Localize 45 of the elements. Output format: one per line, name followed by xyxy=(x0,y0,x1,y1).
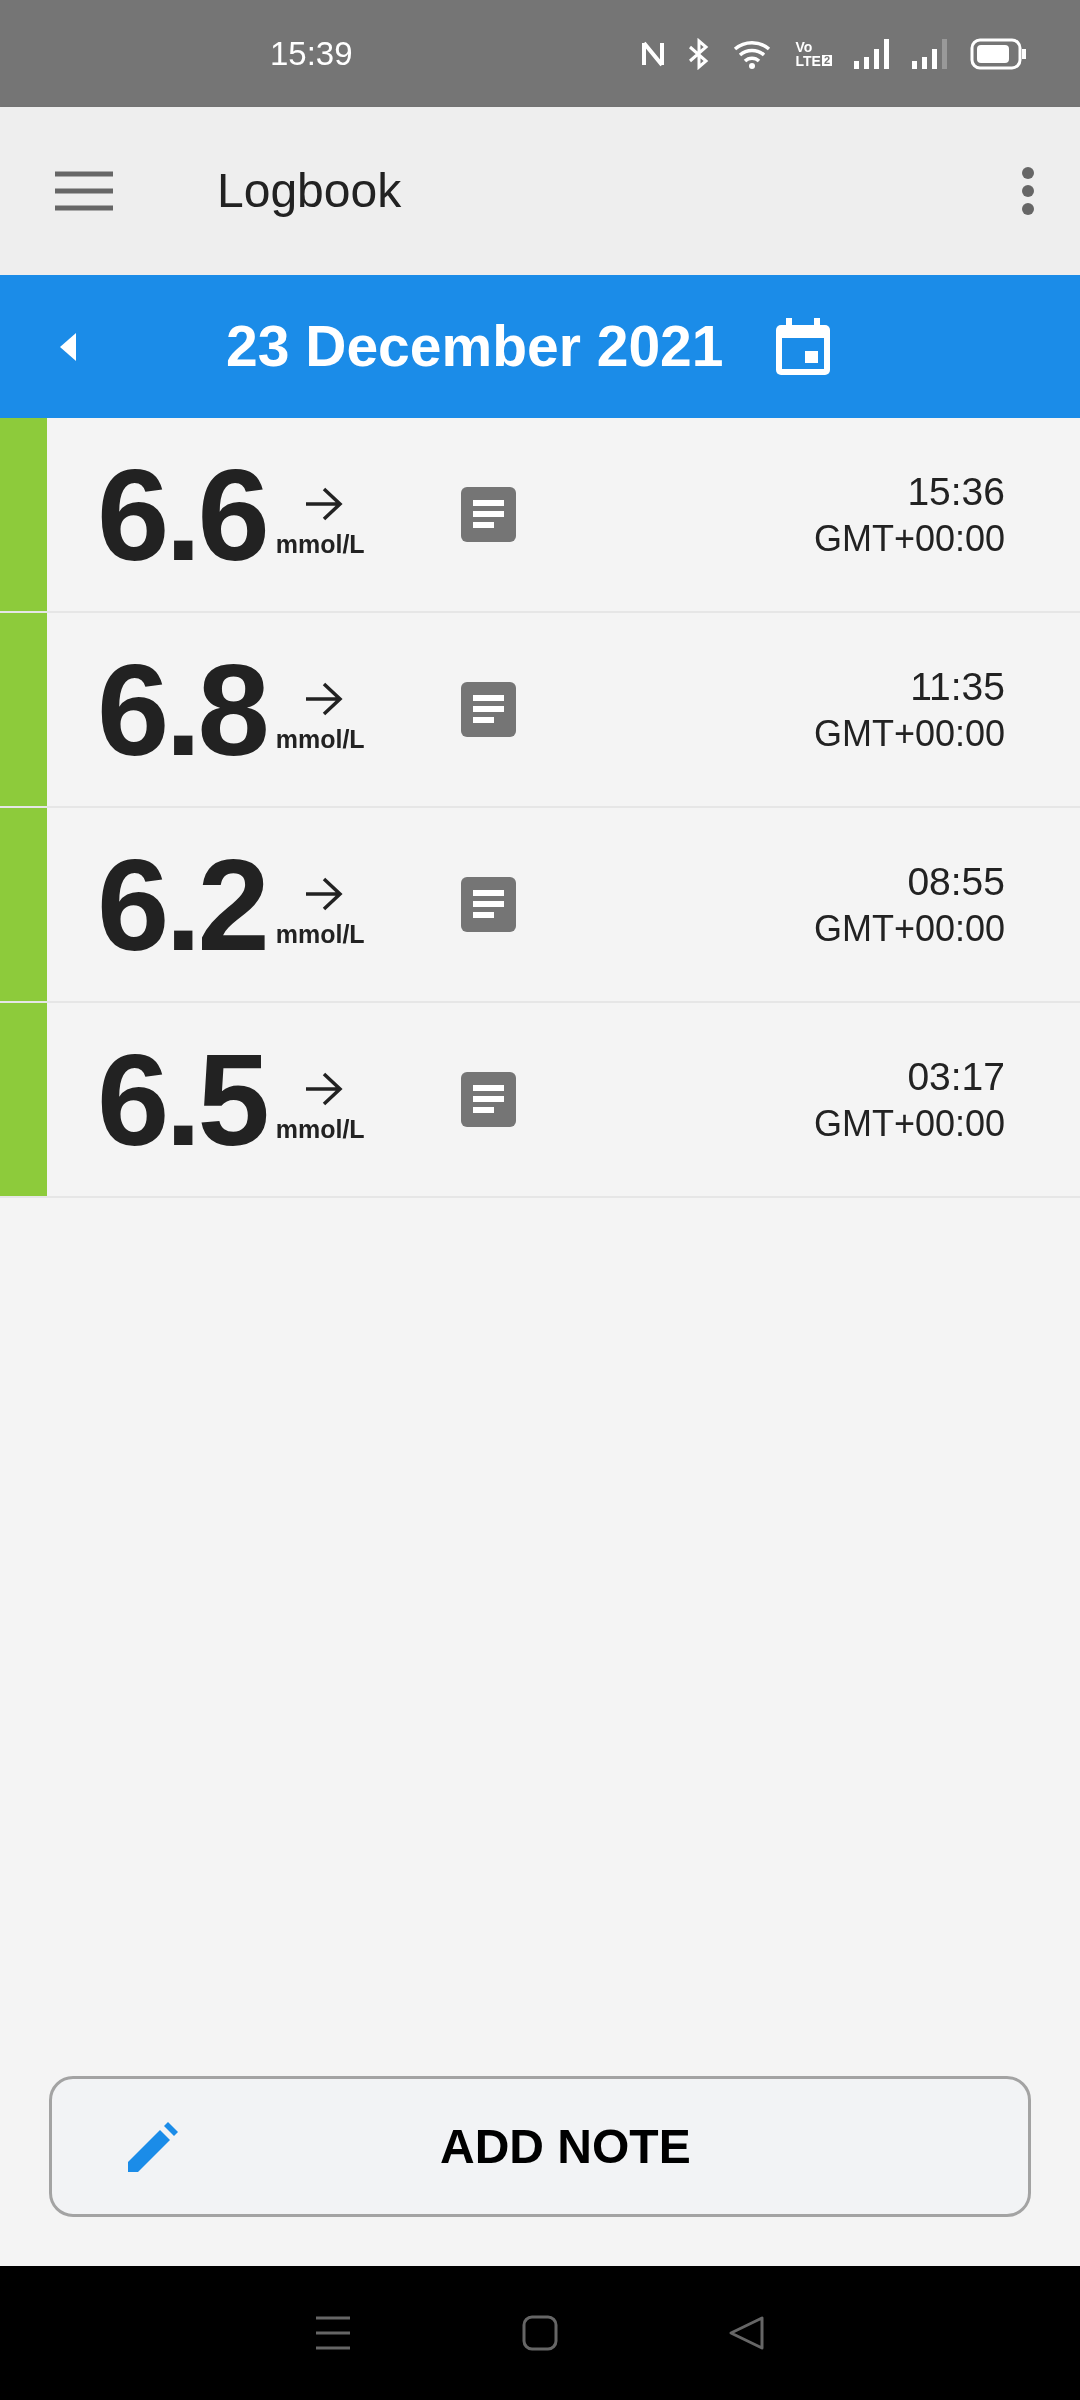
signal-icon xyxy=(854,38,890,69)
battery-icon xyxy=(970,37,1028,70)
glucose-value: 6.8 xyxy=(97,644,266,775)
reading-time: 11:35 xyxy=(910,663,1005,710)
more-options-icon[interactable] xyxy=(1021,166,1035,216)
home-icon[interactable] xyxy=(521,2314,559,2352)
signal-icon xyxy=(912,38,948,69)
glucose-value: 6.2 xyxy=(97,839,266,970)
glucose-value: 6.5 xyxy=(97,1034,266,1165)
reading-time: 03:17 xyxy=(907,1053,1005,1100)
screen-title: Logbook xyxy=(217,163,402,219)
unit-label: mmol/L xyxy=(275,918,365,950)
previous-day-icon[interactable] xyxy=(60,332,76,361)
pencil-icon xyxy=(128,2121,178,2172)
date-label: 23 December 2021 xyxy=(226,312,724,380)
reading-row[interactable]: 6.5 mmol/L 03:17 GMT+00:00 xyxy=(0,1003,1080,1198)
timezone-label: GMT+00:00 xyxy=(813,712,1005,757)
volte-label: Vo xyxy=(795,39,814,54)
unit-label: mmol/L xyxy=(275,723,365,755)
menu-icon[interactable] xyxy=(55,171,113,211)
arrow-icon xyxy=(303,680,344,717)
timezone-label: GMT+00:00 xyxy=(813,517,1005,562)
volte-label: LTE xyxy=(795,53,821,68)
unit-label: mmol/L xyxy=(275,528,365,560)
note-icon[interactable] xyxy=(460,877,516,932)
timezone-label: GMT+00:00 xyxy=(813,1102,1005,1147)
reading-row[interactable]: 6.8 mmol/L 11:35 GMT+00:00 xyxy=(0,613,1080,808)
arrow-icon xyxy=(303,875,344,912)
note-icon[interactable] xyxy=(460,1072,516,1127)
note-icon[interactable] xyxy=(460,682,516,737)
reading-time: 15:36 xyxy=(907,468,1005,515)
arrow-icon xyxy=(303,485,344,522)
reading-time: 08:55 xyxy=(907,858,1005,905)
note-icon[interactable] xyxy=(460,487,516,542)
glucose-value: 6.6 xyxy=(97,449,266,580)
timezone-label: GMT+00:00 xyxy=(813,907,1005,952)
arrow-icon xyxy=(303,1070,344,1107)
status-time: 15:39 xyxy=(270,33,353,74)
reading-row[interactable]: 6.2 mmol/L 08:55 GMT+00:00 xyxy=(0,808,1080,1003)
add-note-button[interactable]: ADD NOTE xyxy=(49,2076,1031,2217)
unit-label: mmol/L xyxy=(275,1113,365,1145)
reading-row[interactable]: 6.6 mmol/L 15:36 GMT+00:00 xyxy=(0,418,1080,613)
recent-apps-icon[interactable] xyxy=(314,2314,353,2352)
sim-badge: 2 xyxy=(821,55,832,66)
back-icon[interactable] xyxy=(727,2314,766,2352)
